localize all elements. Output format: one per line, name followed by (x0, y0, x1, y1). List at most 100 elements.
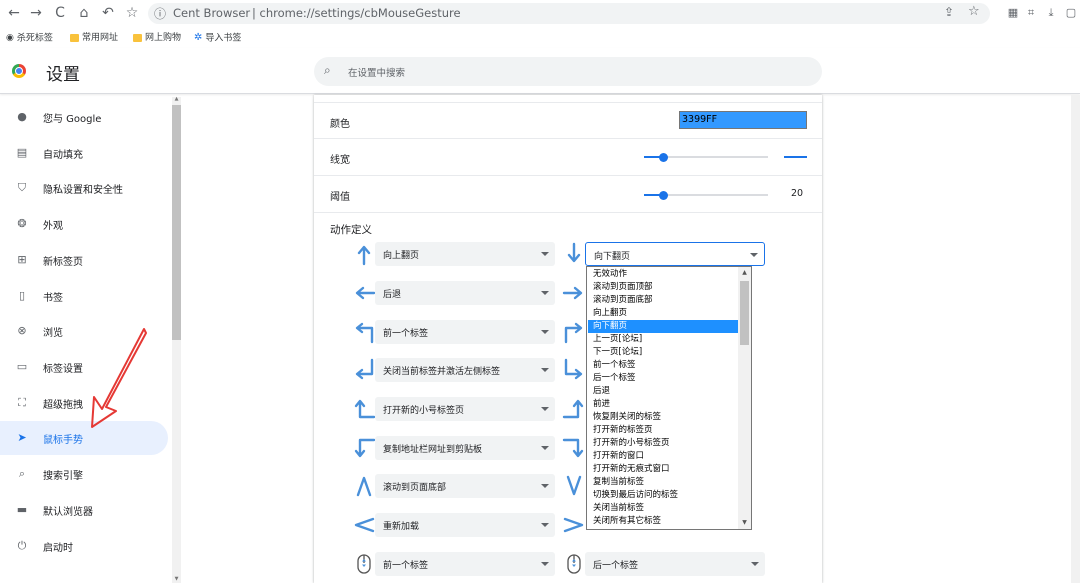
dropdown-option[interactable]: 打开新的无痕式窗口 (588, 463, 738, 476)
arrow-down-right-icon (564, 358, 583, 380)
action-dropdown-list[interactable]: 关闭所有其它标签 关闭当前标签 切换到最后访问的标签 复制当前标签 打开新的无痕式窗口打… (586, 266, 752, 530)
dropdown-option[interactable]: 前进 (588, 398, 738, 411)
sidebar-item-default-browser[interactable]: ▬ 默认浏览器 (0, 493, 168, 527)
bookmark-folder-common[interactable]: 常用网址 (70, 31, 118, 45)
arrow-up-left-icon (355, 322, 374, 344)
back-icon[interactable]: ← (4, 3, 24, 23)
mouse-wheel-icon (567, 554, 581, 574)
left-gesture-action-select[interactable]: 前一个标签 (375, 320, 555, 344)
chevron-down-icon (541, 484, 549, 488)
dropdown-scroll-down-icon[interactable]: ▼ (738, 517, 751, 529)
crop-icon[interactable]: ⌗ (1022, 4, 1040, 22)
reload-icon[interactable]: C (50, 3, 70, 23)
arrow-right-icon (562, 286, 583, 300)
settings-search-input[interactable]: ⌕ 在设置中搜索 (314, 57, 822, 86)
left-gesture-action-select[interactable]: 重新加载 (375, 513, 555, 537)
left-gesture-action-select[interactable]: 滚动到页面底部 (375, 474, 555, 498)
dropdown-option[interactable]: 上一页[论坛] (588, 333, 738, 346)
dropdown-option[interactable]: 滚动到页面底部 (588, 294, 738, 307)
sidebar-item-new-tab[interactable]: ⊞ 新标签页 (0, 243, 168, 277)
download-icon[interactable]: ⤓ (1042, 4, 1060, 22)
left-gesture-action-select[interactable]: 向上翻页 (375, 242, 555, 266)
scroll-up-icon[interactable]: ▲ (172, 95, 181, 103)
undo-icon[interactable]: ↶ (98, 3, 118, 23)
info-icon[interactable]: ⓘ (154, 5, 166, 22)
width-label: 线宽 (330, 155, 350, 166)
color-input[interactable]: 3399FF (679, 111, 807, 129)
dropdown-option[interactable]: 向上翻页 (588, 307, 738, 320)
star-icon[interactable]: ☆ (968, 4, 980, 19)
sidebar-item-you-and-google[interactable]: ● 您与 Google (0, 100, 168, 134)
dropdown-option[interactable]: 关闭当前标签 (588, 502, 738, 515)
dropdown-option[interactable]: 打开新的窗口 (588, 450, 738, 463)
dropdown-option[interactable]: 打开新的小号标签页 (588, 437, 738, 450)
width-slider-knob[interactable] (658, 153, 668, 162)
sidebar-item-search-engine[interactable]: ⌕ 搜索引擎 (0, 457, 168, 491)
left-gesture-action-select[interactable]: 复制地址栏网址到剪贴板 (375, 436, 555, 460)
dropdown-option[interactable]: 前一个标签 (588, 359, 738, 372)
home-icon[interactable]: ⌂ (74, 3, 94, 23)
page-scrollbar[interactable] (1071, 95, 1080, 583)
dropdown-option[interactable]: 打开新的标签页 (588, 424, 738, 437)
sidebar-item-label: 标签设置 (43, 364, 83, 375)
window-icon[interactable]: ▢ (1062, 4, 1080, 22)
left-gesture-action-select[interactable]: 前一个标签 (375, 552, 555, 576)
new-tab-icon: ⊞ (17, 253, 27, 266)
dropdown-option[interactable]: 无效动作 (588, 268, 738, 281)
bookmark-label: 杀死标签 (16, 33, 53, 44)
gesture-action-value: 前一个标签 (383, 329, 429, 339)
dropdown-option[interactable]: 关闭所有其它标签 (588, 515, 738, 528)
left-gesture-action-select[interactable]: 关闭当前标签并激活左侧标签 (375, 358, 555, 382)
sidebar-item-label: 新标签页 (43, 257, 83, 268)
dropdown-option[interactable]: 滚动到页面顶部 (588, 281, 738, 294)
sidebar-item-privacy[interactable]: ⛉ 隐私设置和安全性 (0, 171, 168, 205)
sidebar-scrollbar-thumb[interactable] (172, 105, 181, 340)
palette-icon: ❂ (17, 217, 27, 230)
sidebar-item-bookmarks[interactable]: ▯ 书签 (0, 279, 168, 313)
left-gesture-action-select[interactable]: 打开新的小号标签页 (375, 397, 555, 421)
dropdown-option[interactable]: 复制当前标签 (588, 476, 738, 489)
gesture-action-value: 滚动到页面底部 (383, 483, 447, 493)
sidebar-item-autofill[interactable]: ▤ 自动填充 (0, 136, 168, 170)
sidebar-item-appearance[interactable]: ❂ 外观 (0, 207, 168, 241)
dropdown-option[interactable]: 下一页[论坛] (588, 346, 738, 359)
share-icon[interactable]: ⇪ (944, 5, 954, 19)
chevron-down-icon (750, 253, 758, 257)
gesture-action-value: 向上翻页 (383, 251, 420, 261)
dropdown-option[interactable]: 后退 (588, 385, 738, 398)
right-gesture-action-select[interactable]: 向下翻页 (585, 242, 765, 266)
arrow-up-right-icon (564, 322, 583, 344)
dropdown-option[interactable]: 后一个标签 (588, 372, 738, 385)
gesture-action-value: 打开新的小号标签页 (383, 406, 465, 416)
dropdown-scroll-up-icon[interactable]: ▲ (738, 267, 751, 279)
dropdown-option[interactable]: 恢复刚关闭的标签 (588, 411, 738, 424)
dropdown-option[interactable]: 切换到最后访问的标签 (588, 489, 738, 502)
bookmark-import[interactable]: ✲ 导入书签 (194, 31, 241, 45)
left-gesture-action-select[interactable]: 后退 (375, 281, 555, 305)
bookmark-folder-shopping[interactable]: 网上购物 (133, 31, 181, 45)
search-placeholder: 在设置中搜索 (348, 68, 406, 79)
kill-tab-icon: ◉ (6, 33, 14, 43)
threshold-slider-knob[interactable] (658, 191, 668, 200)
threshold-row: 阈值 20 (314, 175, 822, 212)
dropdown-option[interactable]: 向下翻页 (588, 320, 738, 333)
chrome-logo-icon (12, 64, 26, 78)
right-gesture-action-select[interactable]: 后一个标签 (585, 552, 765, 576)
page-title: 设置 (46, 65, 80, 85)
url-text: | chrome://settings/cbMouseGesture (252, 6, 461, 20)
extensions-icon[interactable]: ▦ (1004, 4, 1022, 22)
divider (314, 212, 822, 213)
dropdown-scrollbar-thumb[interactable] (740, 281, 749, 345)
actions-title: 动作定义 (330, 224, 372, 236)
bookmark-star-icon[interactable]: ☆ (122, 3, 142, 23)
color-label: 颜色 (330, 119, 350, 130)
sidebar-item-label: 书签 (43, 293, 63, 304)
scroll-down-icon[interactable]: ▼ (172, 575, 181, 583)
sidebar-item-on-startup[interactable]: ⏻ 启动时 (0, 529, 168, 563)
omnibox[interactable]: ⓘ Cent Browser | chrome://settings/cbMou… (148, 3, 990, 24)
forward-icon[interactable]: → (26, 3, 46, 23)
line-width-preview (784, 156, 807, 158)
bookmark-kill-tabs[interactable]: ◉ 杀死标签 (6, 31, 53, 45)
arrow-right-down-icon (562, 438, 584, 458)
threshold-value: 20 (791, 188, 804, 199)
